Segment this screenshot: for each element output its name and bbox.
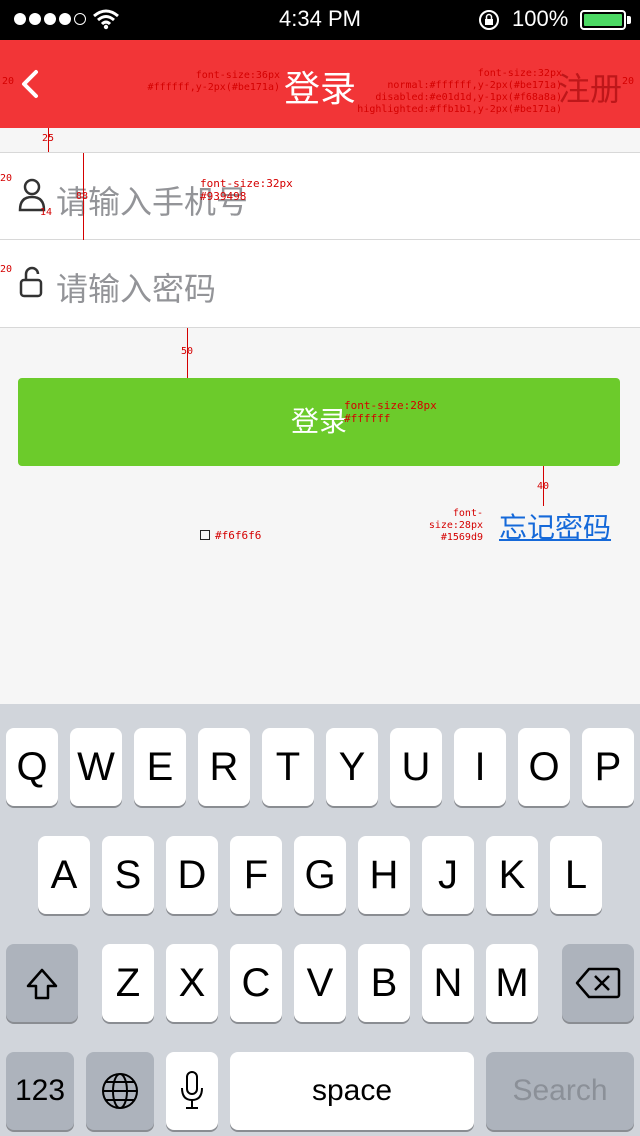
shift-icon <box>26 968 58 1000</box>
key-s[interactable]: S <box>102 836 154 914</box>
annotation-left-pad-1: 20 <box>0 173 13 184</box>
key-e[interactable]: E <box>134 728 186 806</box>
password-placeholder: 请输入密码 <box>56 270 217 308</box>
status-bar: 4:34 PM 100% <box>0 0 640 40</box>
key-n[interactable]: N <box>422 944 474 1022</box>
key-a[interactable]: A <box>38 836 90 914</box>
annotation-forgot-spec: font-size:28px #1569d9 <box>428 508 483 543</box>
battery-icon <box>580 10 626 30</box>
keyboard: Q W E R T Y U I O P A S D F G H J K L Z … <box>0 704 640 1136</box>
key-l[interactable]: L <box>550 836 602 914</box>
annotation-nav-left-margin: 20 <box>2 76 15 87</box>
key-d[interactable]: D <box>166 836 218 914</box>
key-b[interactable]: B <box>358 944 410 1022</box>
annotation-icon-gap: 14 <box>40 207 53 218</box>
microphone-icon <box>181 1071 203 1109</box>
nav-bar: 登录 注册 20 20 font-size:36px #ffffff,y-2px… <box>0 40 640 128</box>
key-i[interactable]: I <box>454 728 506 806</box>
annotation-nav-right-margin: 20 <box>622 76 635 87</box>
key-j[interactable]: J <box>422 836 474 914</box>
annotation-input-spec: font-size:32px #939498 <box>200 177 293 204</box>
annotation-bg-spec: #f6f6f6 <box>215 529 262 542</box>
delete-key[interactable] <box>562 944 634 1022</box>
key-k[interactable]: K <box>486 836 538 914</box>
annotation-register-spec: font-size:32px normal:#ffffff,y-2px(#be1… <box>357 68 562 115</box>
backspace-icon <box>575 967 621 999</box>
register-button[interactable]: 注册 <box>558 64 622 110</box>
microphone-key[interactable] <box>166 1052 218 1130</box>
key-p[interactable]: P <box>582 728 634 806</box>
key-c[interactable]: C <box>230 944 282 1022</box>
annotation-title-spec: font-size:36px #ffffff,y-2px(#be171a) <box>147 70 280 93</box>
orientation-lock-icon <box>479 10 499 30</box>
lock-icon <box>19 266 43 298</box>
shift-key[interactable] <box>6 944 78 1022</box>
key-f[interactable]: F <box>230 836 282 914</box>
key-v[interactable]: V <box>294 944 346 1022</box>
annotation-button-spec: font-size:28px #ffffff <box>344 399 437 426</box>
key-g[interactable]: G <box>294 836 346 914</box>
forgot-password-link[interactable]: 忘记密码 <box>499 506 611 546</box>
space-key[interactable]: space <box>230 1052 474 1130</box>
key-r[interactable]: R <box>198 728 250 806</box>
key-m[interactable]: M <box>486 944 538 1022</box>
password-input[interactable]: 请输入密码 20 <box>0 240 640 328</box>
key-t[interactable]: T <box>262 728 314 806</box>
globe-key[interactable] <box>86 1052 154 1130</box>
battery-percent: 100% <box>512 6 569 31</box>
key-z[interactable]: Z <box>102 944 154 1022</box>
annotation-left-pad-2: 20 <box>0 264 13 275</box>
key-x[interactable]: X <box>166 944 218 1022</box>
key-u[interactable]: U <box>390 728 442 806</box>
key-q[interactable]: Q <box>6 728 58 806</box>
phone-input[interactable]: 请输入手机号 font-size:32px #939498 20 14 88 <box>0 152 640 241</box>
key-y[interactable]: Y <box>326 728 378 806</box>
key-w[interactable]: W <box>70 728 122 806</box>
globe-icon <box>102 1073 138 1109</box>
search-key[interactable]: Search <box>486 1052 634 1130</box>
numbers-key[interactable]: 123 <box>6 1052 74 1130</box>
key-h[interactable]: H <box>358 836 410 914</box>
login-button[interactable]: 登录 <box>18 378 620 466</box>
key-o[interactable]: O <box>518 728 570 806</box>
